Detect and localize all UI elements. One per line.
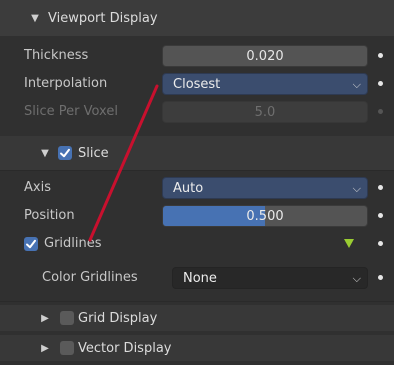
grid-display-title: Grid Display <box>78 310 158 326</box>
grid-display-checkbox[interactable] <box>60 311 74 325</box>
slice-per-voxel-animate-dot-icon <box>378 109 383 114</box>
grid-display-subpanel-header[interactable]: ▶ Grid Display <box>0 305 394 331</box>
expand-triangle-icon: ▼ <box>31 12 39 24</box>
checkmark-icon <box>26 239 36 249</box>
axis-animate-dot-icon[interactable] <box>378 185 383 190</box>
viewport-display-title: Viewport Display <box>48 10 158 26</box>
properties-panel: ▼ Viewport Display Thickness 0.020 Inter… <box>0 0 394 365</box>
color-gridlines-row: Color Gridlines None ⌵ <box>0 265 394 291</box>
position-label: Position <box>24 208 75 223</box>
keyframe-triangle-icon[interactable] <box>344 239 354 249</box>
color-gridlines-label: Color Gridlines <box>42 270 138 285</box>
slice-checkbox[interactable] <box>58 146 72 160</box>
axis-label: Axis <box>24 180 51 195</box>
slice-subpanel-header[interactable]: ▼ Slice <box>0 136 394 170</box>
position-value: 0.500 <box>246 209 284 224</box>
slice-per-voxel-field: 5.0 <box>162 101 368 123</box>
interpolation-value: Closest <box>173 77 221 92</box>
interpolation-animate-dot-icon[interactable] <box>378 81 383 86</box>
collapsed-triangle-icon: ▶ <box>41 342 49 354</box>
chevron-down-icon: ⌵ <box>352 272 361 285</box>
gridlines-label: Gridlines <box>44 236 102 251</box>
position-slider[interactable]: 0.500 <box>162 205 368 227</box>
chevron-down-icon: ⌵ <box>352 182 361 195</box>
axis-dropdown[interactable]: Auto ⌵ <box>162 177 368 199</box>
gridlines-row: Gridlines <box>0 231 394 257</box>
color-gridlines-value: None <box>183 271 217 286</box>
slice-per-voxel-label: Slice Per Voxel <box>24 104 118 119</box>
divider <box>0 301 394 302</box>
vector-display-subpanel-header[interactable]: ▶ Vector Display <box>0 335 394 361</box>
checkmark-icon <box>60 148 70 158</box>
axis-row: Axis Auto ⌵ <box>0 175 394 201</box>
vector-display-checkbox[interactable] <box>60 341 74 355</box>
expand-triangle-icon: ▼ <box>41 147 49 159</box>
slice-title: Slice <box>78 145 109 161</box>
thickness-label: Thickness <box>24 48 89 63</box>
position-animate-dot-icon[interactable] <box>378 213 383 218</box>
divider <box>0 170 394 171</box>
thickness-row: Thickness 0.020 <box>0 43 394 69</box>
position-row: Position 0.500 <box>0 203 394 229</box>
collapsed-triangle-icon: ▶ <box>41 312 49 324</box>
interpolation-label: Interpolation <box>24 76 108 91</box>
interpolation-dropdown[interactable]: Closest ⌵ <box>162 73 368 95</box>
chevron-down-icon: ⌵ <box>352 78 361 91</box>
slice-per-voxel-row: Slice Per Voxel 5.0 <box>0 99 394 125</box>
thickness-field[interactable]: 0.020 <box>162 45 368 67</box>
gridlines-animate-dot-icon[interactable] <box>378 241 383 246</box>
color-gridlines-animate-dot-icon[interactable] <box>378 275 383 280</box>
vector-display-title: Vector Display <box>78 340 172 356</box>
gridlines-checkbox[interactable] <box>24 237 38 251</box>
color-gridlines-dropdown[interactable]: None ⌵ <box>172 267 368 289</box>
interpolation-row: Interpolation Closest ⌵ <box>0 71 394 97</box>
axis-value: Auto <box>173 181 204 196</box>
thickness-animate-dot-icon[interactable] <box>378 53 383 58</box>
viewport-display-header[interactable]: ▼ Viewport Display <box>0 0 394 36</box>
